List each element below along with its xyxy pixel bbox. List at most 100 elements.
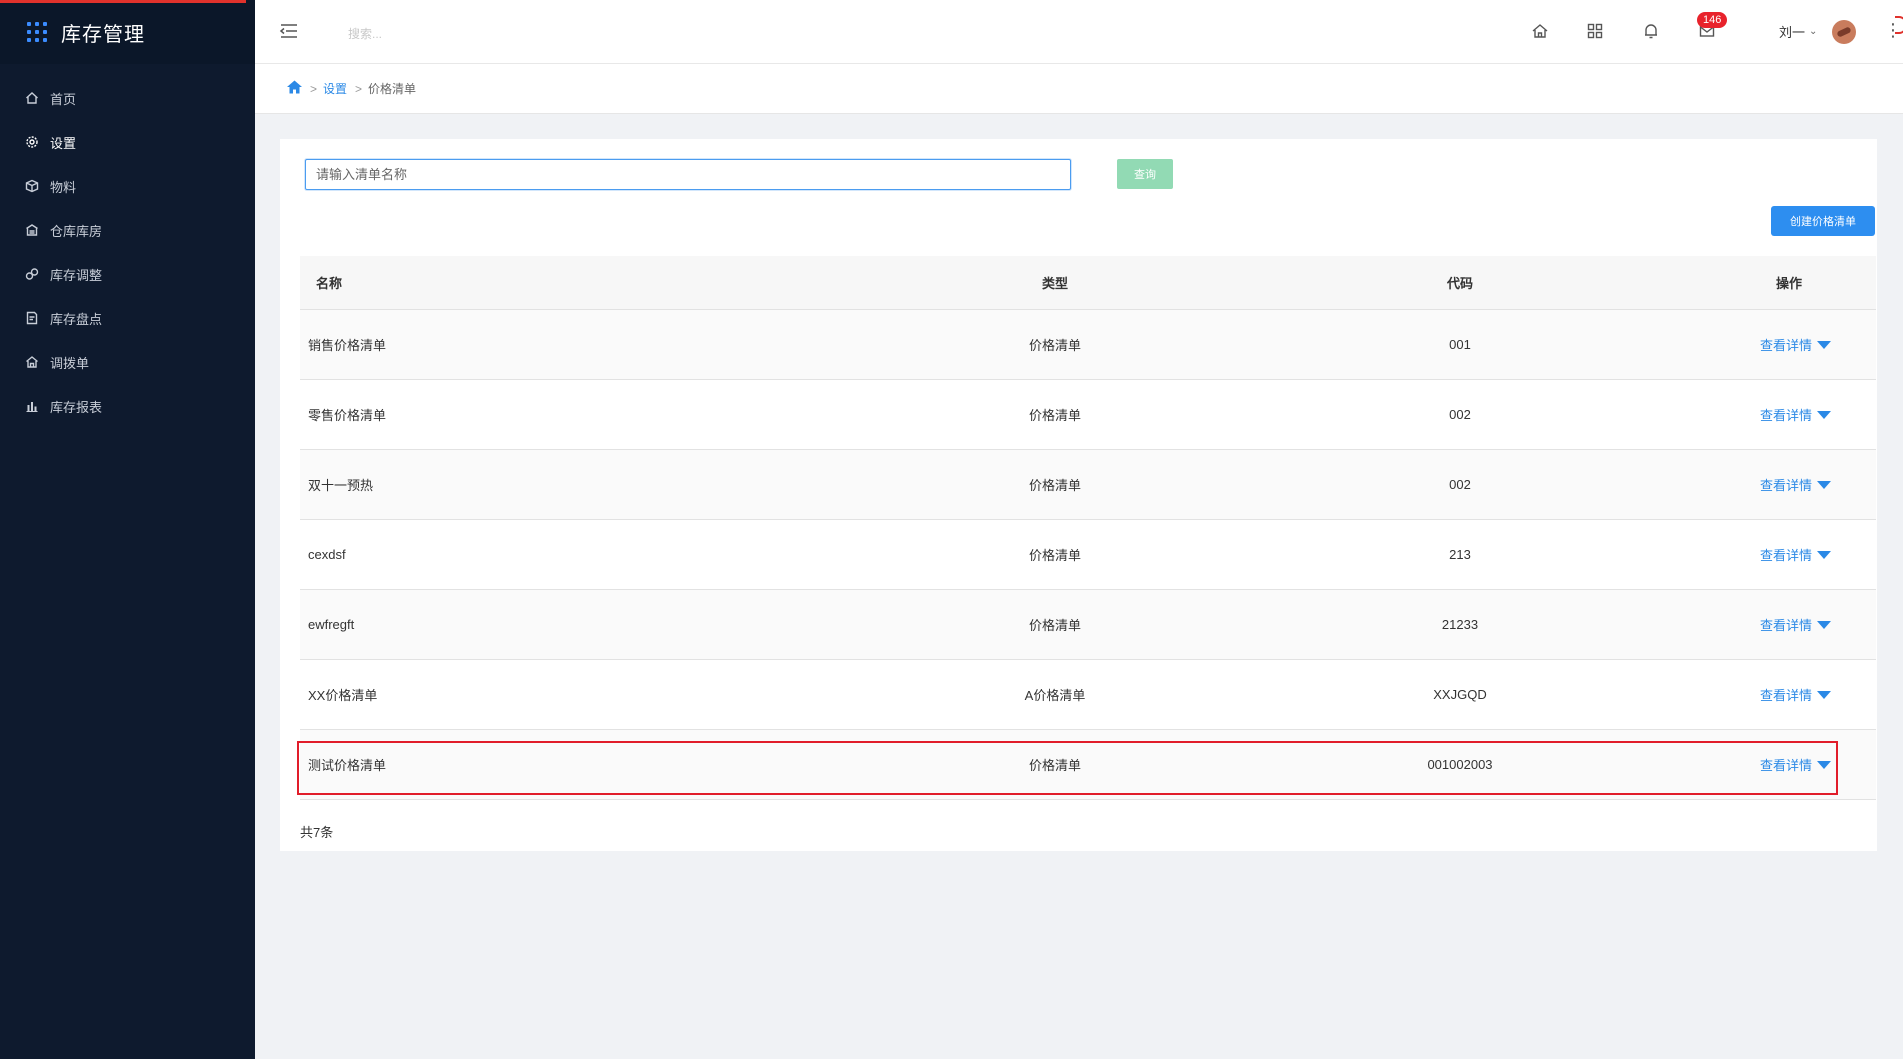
- view-details-label: 查看详情: [1760, 338, 1813, 353]
- top-header: 搜索... 146 刘一 ⌄ ⋮: [255, 0, 1903, 64]
- cell-type: 价格清单: [1028, 548, 1081, 563]
- table-header: 名称 类型 代码 操作: [300, 256, 1876, 310]
- sidebar-item-materials[interactable]: 物料: [0, 164, 255, 208]
- cell-code: 21233: [1441, 617, 1479, 632]
- cell-code: 002: [1449, 407, 1471, 422]
- home-icon[interactable]: [1531, 22, 1551, 42]
- cell-name: XX价格清单: [308, 688, 378, 703]
- sidebar-item-label: 物料: [50, 179, 77, 195]
- sidebar-item-label: 库存报表: [50, 399, 103, 415]
- breadcrumb-settings-link[interactable]: 设置: [323, 80, 347, 97]
- breadcrumb: > 设置 > 价格清单: [287, 80, 416, 97]
- top-accent-line: [0, 0, 246, 3]
- cell-name: cexdsf: [308, 547, 346, 562]
- cell-type: A价格清单: [1024, 688, 1086, 703]
- cell-type: 价格清单: [1028, 478, 1081, 493]
- price-list-table: 名称 类型 代码 操作 销售价格清单 价格清单 001 查看详情 零售价格清单 …: [300, 256, 1876, 800]
- query-button[interactable]: 查询: [1117, 159, 1173, 189]
- close-icon[interactable]: [1895, 16, 1903, 34]
- cell-name: 销售价格清单: [308, 338, 387, 353]
- column-header-actions: 操作: [1776, 276, 1803, 291]
- avatar[interactable]: [1832, 20, 1856, 44]
- sidebar-item-warehouse[interactable]: 仓库库房: [0, 208, 255, 252]
- view-details-dropdown[interactable]: 查看详情: [1760, 335, 1832, 354]
- cell-code: 213: [1449, 547, 1471, 562]
- table-row: ewfregft 价格清单 21233 查看详情: [300, 590, 1876, 660]
- sidebar-item-home[interactable]: 首页: [0, 76, 255, 120]
- table-row: 测试价格清单 价格清单 001002003 查看详情: [300, 730, 1876, 800]
- sidebar-item-label: 调拨单: [50, 355, 90, 371]
- inventory-icon: [24, 310, 40, 326]
- cell-type: 价格清单: [1028, 618, 1081, 633]
- cube-icon: [24, 178, 40, 194]
- breadcrumb-separator: >: [355, 81, 363, 96]
- view-details-dropdown[interactable]: 查看详情: [1760, 475, 1832, 494]
- sidebar-item-label: 仓库库房: [50, 223, 103, 239]
- table-row: 零售价格清单 价格清单 002 查看详情: [300, 380, 1876, 450]
- sidebar-item-stock-adjust[interactable]: 库存调整: [0, 252, 255, 296]
- cell-code: 001002003: [1427, 757, 1493, 772]
- breadcrumb-separator: >: [310, 81, 318, 96]
- brand[interactable]: 库存管理: [0, 0, 255, 64]
- caret-down-icon: [1817, 760, 1832, 769]
- view-details-dropdown[interactable]: 查看详情: [1760, 405, 1832, 424]
- total-count: 共7条: [300, 825, 334, 840]
- table-row: 销售价格清单 价格清单 001 查看详情: [300, 310, 1876, 380]
- home-icon: [24, 90, 40, 106]
- view-details-label: 查看详情: [1760, 408, 1813, 423]
- cell-type: 价格清单: [1028, 408, 1081, 423]
- view-details-label: 查看详情: [1760, 548, 1813, 563]
- sidebar-menu: 首页 设置 物料 仓库库房 库存调整 库存盘点 调拨单 库存报表: [0, 76, 255, 428]
- column-header-name: 名称: [316, 276, 343, 291]
- view-details-dropdown[interactable]: 查看详情: [1760, 685, 1832, 704]
- adjust-icon: [24, 266, 40, 282]
- column-header-code: 代码: [1446, 276, 1473, 291]
- view-details-label: 查看详情: [1760, 478, 1813, 493]
- column-header-type: 类型: [1041, 276, 1068, 291]
- cell-code: XXJGQD: [1433, 687, 1487, 702]
- caret-down-icon: [1817, 620, 1832, 629]
- table-row: XX价格清单 A价格清单 XXJGQD 查看详情: [300, 660, 1876, 730]
- sidebar-item-transfer[interactable]: 调拨单: [0, 340, 255, 384]
- app-title: 库存管理: [61, 23, 145, 46]
- cell-type: 价格清单: [1028, 338, 1081, 353]
- list-name-search-input[interactable]: [305, 159, 1071, 190]
- sidebar-item-label: 首页: [50, 91, 77, 107]
- view-details-dropdown[interactable]: 查看详情: [1760, 755, 1832, 774]
- apps-grid-icon: [27, 22, 47, 42]
- gear-icon: [24, 134, 40, 150]
- table-row: 双十一预热 价格清单 002 查看详情: [300, 450, 1876, 520]
- cell-type: 价格清单: [1028, 758, 1081, 773]
- sidebar-item-stock-report[interactable]: 库存报表: [0, 384, 255, 428]
- sidebar-item-settings[interactable]: 设置: [0, 120, 255, 164]
- user-name: 刘一: [1779, 25, 1806, 40]
- transfer-icon: [24, 354, 40, 370]
- caret-down-icon: [1817, 480, 1832, 489]
- header-search[interactable]: 搜索...: [348, 25, 382, 42]
- home-icon[interactable]: [287, 80, 302, 97]
- sidebar-item-label: 设置: [50, 135, 77, 151]
- sidebar-item-stock-count[interactable]: 库存盘点: [0, 296, 255, 340]
- cell-code: 001: [1449, 337, 1471, 352]
- caret-down-icon: [1817, 550, 1832, 559]
- content-card: 查询 创建价格清单 名称 类型 代码 操作 销售价格清单 价格清单 001 查看…: [280, 139, 1877, 851]
- cell-name: ewfregft: [308, 617, 355, 632]
- menu-toggle-icon[interactable]: [279, 22, 299, 40]
- view-details-dropdown[interactable]: 查看详情: [1760, 545, 1832, 564]
- bell-icon[interactable]: [1642, 22, 1662, 42]
- cell-name: 双十一预热: [308, 478, 374, 493]
- create-price-list-button[interactable]: 创建价格清单: [1771, 206, 1875, 236]
- cell-code: 002: [1449, 477, 1471, 492]
- user-menu[interactable]: 刘一 ⌄: [1779, 22, 1817, 41]
- caret-down-icon: [1817, 410, 1832, 419]
- bar-chart-icon: [24, 398, 40, 414]
- grid-icon[interactable]: [1586, 22, 1606, 42]
- warehouse-icon: [24, 222, 40, 238]
- caret-down-icon: [1817, 690, 1832, 699]
- message-count-badge: 146: [1697, 12, 1728, 28]
- view-details-dropdown[interactable]: 查看详情: [1760, 615, 1832, 634]
- caret-down-icon: [1817, 340, 1832, 349]
- sidebar: 库存管理 首页 设置 物料 仓库库房 库存调整 库存盘点 调拨单 库存报表: [0, 0, 255, 1059]
- table-row: cexdsf 价格清单 213 查看详情: [300, 520, 1876, 590]
- sidebar-item-label: 库存调整: [50, 267, 103, 283]
